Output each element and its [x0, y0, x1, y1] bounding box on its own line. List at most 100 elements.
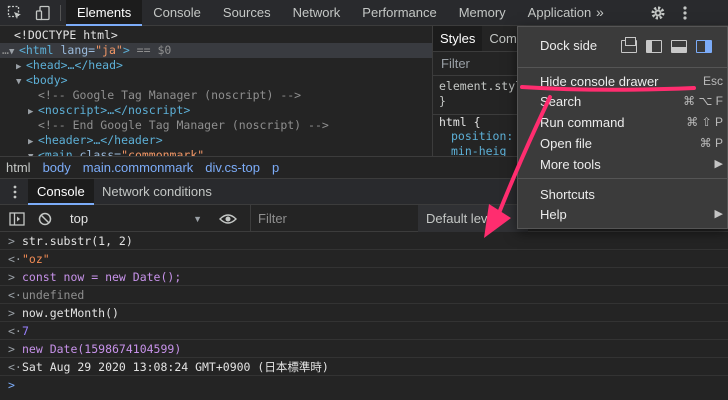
- submenu-arrow-icon: ▶: [714, 158, 723, 170]
- log-levels-dropdown[interactable]: Default lev: [418, 205, 528, 232]
- panel-tabs: Elements Console Sources Network Perform…: [66, 0, 602, 26]
- tag-text: <head>…</head>: [26, 58, 123, 72]
- live-expression-eye-icon[interactable]: [216, 205, 240, 232]
- menu-item-search[interactable]: Search ⌘ ⌥ F: [518, 91, 728, 112]
- breadcrumb-p[interactable]: p: [272, 160, 279, 175]
- console-input-line: > str.substr(1, 2): [0, 232, 728, 250]
- submenu-arrow-icon: ▶: [714, 208, 723, 220]
- result-arrow-icon: <·: [8, 252, 22, 266]
- tab-sources[interactable]: Sources: [212, 0, 282, 26]
- console-result-line: <·undefined: [0, 286, 728, 304]
- more-tabs-button[interactable]: »: [596, 0, 604, 26]
- device-toggle-icon[interactable]: [30, 0, 56, 26]
- drawer-menu-icon[interactable]: [8, 179, 22, 205]
- dom-node[interactable]: <!-- End Google Tag Manager (noscript) -…: [0, 118, 432, 133]
- tag-text: <main: [38, 148, 73, 156]
- dock-left-icon[interactable]: [646, 40, 662, 53]
- breadcrumb-body[interactable]: body: [43, 160, 71, 175]
- breadcrumb-main[interactable]: main.commonmark: [83, 160, 194, 175]
- dom-node[interactable]: ▶ <noscript>…</noscript>: [0, 103, 432, 118]
- dock-side-label: Dock side: [540, 38, 598, 53]
- sidebar-toggle-icon[interactable]: [6, 205, 28, 232]
- menu-item-run-command[interactable]: Run command ⌘ ⇧ P: [518, 112, 728, 133]
- console-result: "oz": [22, 252, 50, 266]
- menu-item-label: Shortcuts: [540, 187, 595, 202]
- tab-application[interactable]: Application: [517, 0, 603, 26]
- ellipsis-text: …: [2, 43, 9, 57]
- tab-console[interactable]: Console: [142, 0, 212, 26]
- menu-item-label: Run command: [540, 115, 625, 130]
- breadcrumb-html[interactable]: html: [6, 160, 31, 175]
- console-result-line: <·Sat Aug 29 2020 13:08:24 GMT+0900 (日本標…: [0, 358, 728, 376]
- dom-node[interactable]: ▼ <body>: [0, 73, 432, 88]
- dom-node[interactable]: ▶ <head>…</head>: [0, 58, 432, 73]
- comment-text: <!-- End Google Tag Manager (noscript) -…: [38, 118, 329, 132]
- console-result-line: <·"oz": [0, 250, 728, 268]
- toolbar-divider: [60, 5, 61, 21]
- attr-value: "commonmark": [121, 148, 205, 156]
- context-selector[interactable]: top ▼: [62, 205, 208, 232]
- tag-close: >: [122, 43, 130, 57]
- devtools-toolbar: Elements Console Sources Network Perform…: [0, 0, 728, 26]
- dom-node[interactable]: ▶ <header>…</header>: [0, 133, 432, 148]
- prompt-chevron-icon: >: [8, 378, 15, 392]
- menu-item-hide-console-drawer[interactable]: Hide console drawer Esc: [518, 71, 728, 92]
- menu-item-label: Help: [540, 207, 567, 222]
- drawer-tab-console[interactable]: Console: [28, 179, 94, 205]
- input-chevron-icon: >: [8, 270, 15, 284]
- dom-node-selected[interactable]: …▼ <html lang="ja"> == $0: [0, 43, 432, 58]
- dock-bottom-icon[interactable]: [671, 40, 687, 53]
- dock-right-icon[interactable]: [696, 40, 712, 53]
- more-options-icon[interactable]: [674, 0, 696, 26]
- menu-item-shortcut: ⌘ P: [699, 136, 723, 150]
- console-command: const now = new Date();: [22, 270, 182, 284]
- tab-network[interactable]: Network: [282, 0, 352, 26]
- tab-performance[interactable]: Performance: [351, 0, 447, 26]
- menu-item-shortcut: Esc: [702, 74, 723, 88]
- comment-text: <!-- Google Tag Manager (noscript) -->: [38, 88, 302, 102]
- elements-dom-tree: <!DOCTYPE html> …▼ <html lang="ja"> == $0…: [0, 26, 432, 156]
- undock-icon[interactable]: [621, 37, 637, 53]
- console-result-line: <·7: [0, 322, 728, 340]
- breadcrumb-div[interactable]: div.cs-top: [205, 160, 260, 175]
- menu-item-label: Search: [540, 94, 582, 109]
- doctype-text: <!DOCTYPE html>: [14, 28, 118, 42]
- drawer-tab-network-conditions[interactable]: Network conditions: [102, 179, 212, 205]
- tab-elements[interactable]: Elements: [66, 0, 143, 26]
- inspect-icon[interactable]: [2, 0, 28, 26]
- tab-memory[interactable]: Memory: [448, 0, 517, 26]
- menu-divider: [518, 67, 728, 68]
- menu-item-help[interactable]: Help ▶: [518, 204, 728, 225]
- console-filter-input[interactable]: Filter: [250, 205, 418, 232]
- tag-text: <body>: [26, 73, 68, 87]
- dom-node[interactable]: <!-- Google Tag Manager (noscript) -->: [0, 88, 432, 103]
- context-selector-value: top: [70, 211, 89, 226]
- menu-item-shortcuts[interactable]: Shortcuts: [518, 184, 728, 205]
- console-result: undefined: [22, 288, 85, 302]
- console-command: str.substr(1, 2): [22, 234, 133, 248]
- input-chevron-icon: >: [8, 234, 15, 248]
- menu-item-shortcut: ⌘ ⇧ P: [686, 115, 723, 129]
- console-input-line: > new Date(1598674104599): [0, 340, 728, 358]
- console-result: Sat Aug 29 2020 13:08:24 GMT+0900 (日本標準時…: [22, 360, 329, 374]
- clear-console-icon[interactable]: [34, 205, 56, 232]
- menu-item-more-tools[interactable]: More tools ▶: [518, 154, 728, 175]
- console-input-line: > const now = new Date();: [0, 268, 728, 286]
- console-input-line: > now.getMonth(): [0, 304, 728, 322]
- tag-text: <noscript>…</noscript>: [38, 103, 191, 117]
- tab-styles[interactable]: Styles: [433, 26, 483, 51]
- settings-gear-icon[interactable]: [646, 0, 670, 26]
- tag-text: <header>…</header>: [38, 133, 163, 147]
- dom-node[interactable]: <!DOCTYPE html>: [0, 28, 432, 43]
- menu-item-label: Open file: [540, 136, 593, 151]
- selected-marker: == $0: [129, 43, 172, 57]
- attr-value: "ja": [95, 43, 123, 57]
- result-arrow-icon: <·: [8, 288, 22, 302]
- menu-item-open-file[interactable]: Open file ⌘ P: [518, 133, 728, 154]
- console-prompt[interactable]: >: [0, 376, 728, 394]
- dock-side-options: [621, 37, 712, 53]
- console-output: > str.substr(1, 2) <·"oz" > const now = ne…: [0, 232, 728, 400]
- console-command: new Date(1598674104599): [22, 342, 182, 356]
- dom-node[interactable]: ▼<main class="commonmark": [0, 148, 432, 156]
- input-chevron-icon: >: [8, 306, 15, 320]
